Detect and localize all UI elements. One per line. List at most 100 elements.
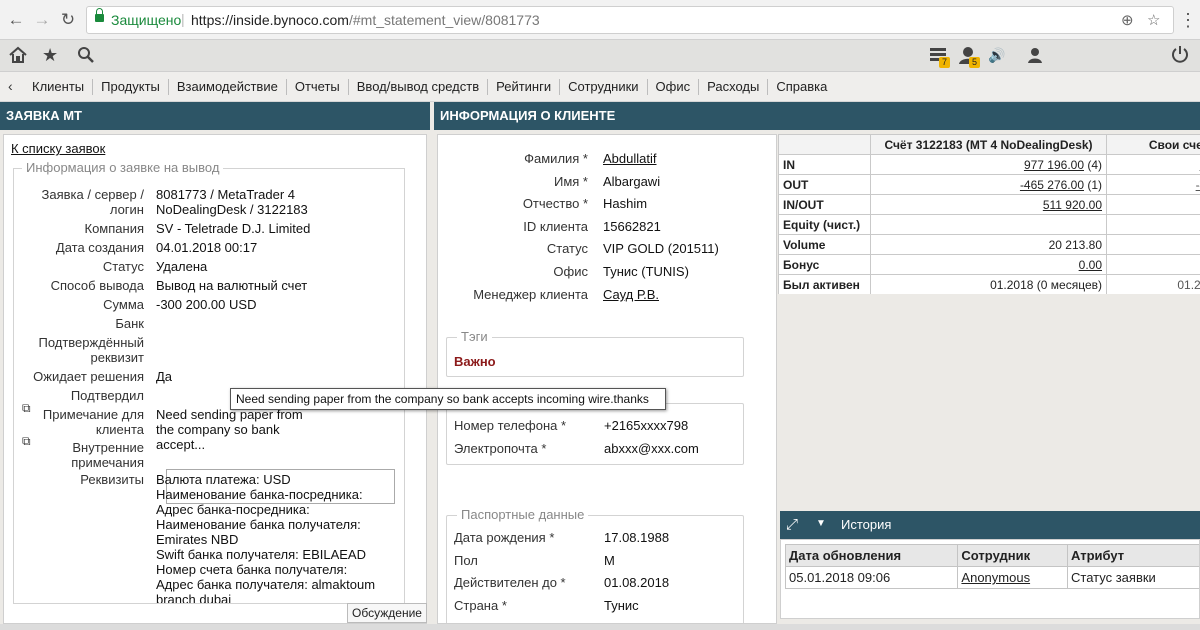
label-client-id: ID клиента (523, 219, 588, 234)
expand-icon[interactable]: ⤢ (786, 516, 798, 533)
history-col-header[interactable]: Дата обновления (784, 544, 959, 567)
account-row-label: IN/OUT (778, 194, 871, 215)
back-to-list-link[interactable]: К списку заявок (11, 141, 105, 156)
own-accounts-value: 20 213.8 (1106, 234, 1200, 255)
own-accounts-value[interactable]: 511 920.0 (1106, 194, 1200, 215)
value-patronymic: Hashim (603, 196, 648, 211)
speaker-icon[interactable]: 🔊 (988, 45, 1005, 65)
history-header-row: Дата обновления Сотрудник Атрибут (784, 544, 1199, 567)
label-confirmed-requisite: Подтверждённый реквизит (38, 335, 144, 365)
forward-arrow-icon[interactable]: → (32, 10, 52, 30)
value-birth: 17.08.1988 (604, 530, 670, 545)
menu-item[interactable]: Ввод/вывод средств (349, 79, 489, 95)
history-attribute: Статус заявки (1067, 566, 1199, 589)
logout-icon[interactable] (1170, 45, 1190, 69)
menu-item[interactable]: Сотрудники (560, 79, 648, 95)
own-accounts-value[interactable]: 977 196.0 (1106, 154, 1200, 175)
value-surname[interactable]: Abdullatif (603, 149, 656, 169)
account-value[interactable]: -465 276.00 (1020, 178, 1084, 192)
history-col-header[interactable]: Сотрудник (957, 544, 1069, 567)
value-client-note[interactable]: Need sending paper from the company so b… (156, 407, 316, 452)
label-amount: Сумма (103, 297, 144, 312)
own-accounts-value[interactable]: -465 276.0 (1106, 174, 1200, 195)
label-client-status: Статус (546, 241, 588, 256)
own-accounts-value: 01.2018 (0 ме (1106, 274, 1200, 294)
passport-box: Паспортные данные Дата рождения * 17.08.… (446, 507, 744, 623)
value-client-id: 15662821 (603, 219, 661, 234)
own-accounts-value[interactable]: 0.0 (1106, 254, 1200, 275)
account-value: 20 213.80 (1048, 237, 1102, 252)
label-created: Дата создания (55, 240, 144, 255)
request-info-legend: Информация о заявке на вывод (22, 160, 224, 175)
menu-dots-icon[interactable]: ⋮ (1178, 10, 1198, 30)
value-sex: М (604, 553, 615, 568)
address-bar[interactable]: Защищено | https://inside.bynoco.com/#mt… (86, 6, 1174, 34)
menu-item[interactable]: Рейтинги (488, 79, 561, 95)
requisite-line: Адрес банка-посредника: (156, 502, 310, 517)
home-icon[interactable] (8, 45, 28, 69)
value-amount: -300 200.00 USD (156, 297, 257, 312)
label-country: Страна * (454, 598, 507, 613)
url-path: /#mt_statement_view/8081773 (348, 12, 540, 28)
account-row: IN/OUT 511 920.00 511 920.0 (778, 194, 1200, 215)
chevron-left-icon[interactable]: ‹ (8, 78, 13, 94)
requisite-line: Emirates NBD (156, 532, 239, 547)
own-accounts-value (1106, 214, 1200, 235)
account-row-label: Бонус (778, 254, 871, 275)
caret-down-icon[interactable]: ▼ (816, 518, 826, 529)
menu-item[interactable]: Взаимодействие (169, 79, 287, 95)
menu-item[interactable]: Справка (768, 79, 835, 95)
menu-item[interactable]: Клиенты (24, 79, 94, 95)
bottom-scrollbar[interactable] (0, 624, 1200, 630)
account-row: OUT-465 276.00 (1)-465 276.0 (778, 174, 1200, 195)
account-value[interactable]: 977 196.00 (1024, 158, 1084, 172)
account-row: IN977 196.00 (4)977 196.0 (778, 154, 1200, 175)
account-col-header: Счёт 3122183 (MT 4 NoDealingDesk) (870, 134, 1107, 155)
zoom-icon[interactable]: ⊕ (1121, 11, 1134, 29)
browser-toolbar: ← → ↻ Защищено | https://inside.bynoco.c… (0, 0, 1200, 40)
user-profile-icon[interactable] (1026, 45, 1044, 69)
value-valid: 01.08.2018 (604, 575, 670, 590)
discuss-button[interactable]: Обсуждение (347, 603, 427, 623)
favorites-star-icon[interactable]: ★ (42, 45, 58, 65)
back-arrow-icon[interactable]: ← (6, 10, 26, 30)
account-row: Бонус 0.00 0.0 (778, 254, 1200, 275)
history-rows: 05.01.2018 09:06 Anonymous Статус заявки (784, 566, 1199, 589)
tag-important[interactable]: Важно (454, 354, 496, 369)
value-phone: +2165xxxx798 (604, 418, 689, 433)
menu-item[interactable]: Отчеты (287, 79, 349, 95)
account-table: Счёт 3122183 (MT 4 NoDealingDesk) Свои с… (778, 134, 1200, 294)
left-section-header: ЗАЯВКА МТ (0, 102, 430, 130)
passport-legend: Паспортные данные (457, 507, 589, 522)
row-surname: Фамилия * Abdullatif (438, 149, 776, 169)
history-employee[interactable]: Anonymous (957, 566, 1069, 589)
menu-item[interactable]: Офис (648, 79, 700, 95)
row-sex: Пол М (439, 551, 776, 571)
account-row: Был активен 01.2018 (0 месяцев) 01.2018 (0… (778, 274, 1200, 294)
label-valid: Действителен до * (454, 575, 566, 590)
client-info-panel: Фамилия * Abdullatif Имя * Albargawi Отч… (437, 134, 777, 624)
tags-box: Тэги Важно (446, 329, 744, 377)
label-requisites: Реквизиты (80, 472, 144, 487)
menu-item[interactable]: Расходы (699, 79, 769, 95)
contacts-box: Номер телефона * +2165xxxx798 Электропоч… (446, 403, 744, 465)
reload-icon[interactable]: ↻ (58, 10, 78, 30)
label-method: Способ вывода (50, 278, 144, 293)
label-internal-note: Внутренние примечания (71, 440, 144, 470)
tags-legend: Тэги (457, 329, 492, 344)
menu-item[interactable]: Продукты (93, 79, 169, 95)
requisite-line: Адрес банка получателя: almaktoum (156, 577, 376, 592)
account-value[interactable]: 0.00 (1079, 258, 1102, 272)
account-value[interactable]: 511 920.00 (1043, 198, 1102, 212)
history-col-header[interactable]: Атрибут (1067, 544, 1199, 567)
search-icon[interactable] (76, 45, 96, 69)
value-manager[interactable]: Сауд Р.В. (603, 285, 659, 305)
row-manager: Менеджер клиента Сауд Р.В. (438, 285, 776, 305)
account-corner-cell (778, 134, 871, 155)
url-text[interactable]: https://inside.bynoco.com/#mt_statement_… (191, 12, 540, 28)
account-value-count: (1) (1084, 177, 1102, 192)
label-sex: Пол (454, 553, 478, 568)
label-bank: Банк (115, 316, 144, 331)
main-menu: ‹ Клиенты Продукты Взаимодействие Отчеты Вво… (0, 72, 1200, 102)
star-icon[interactable]: ☆ (1147, 11, 1160, 29)
